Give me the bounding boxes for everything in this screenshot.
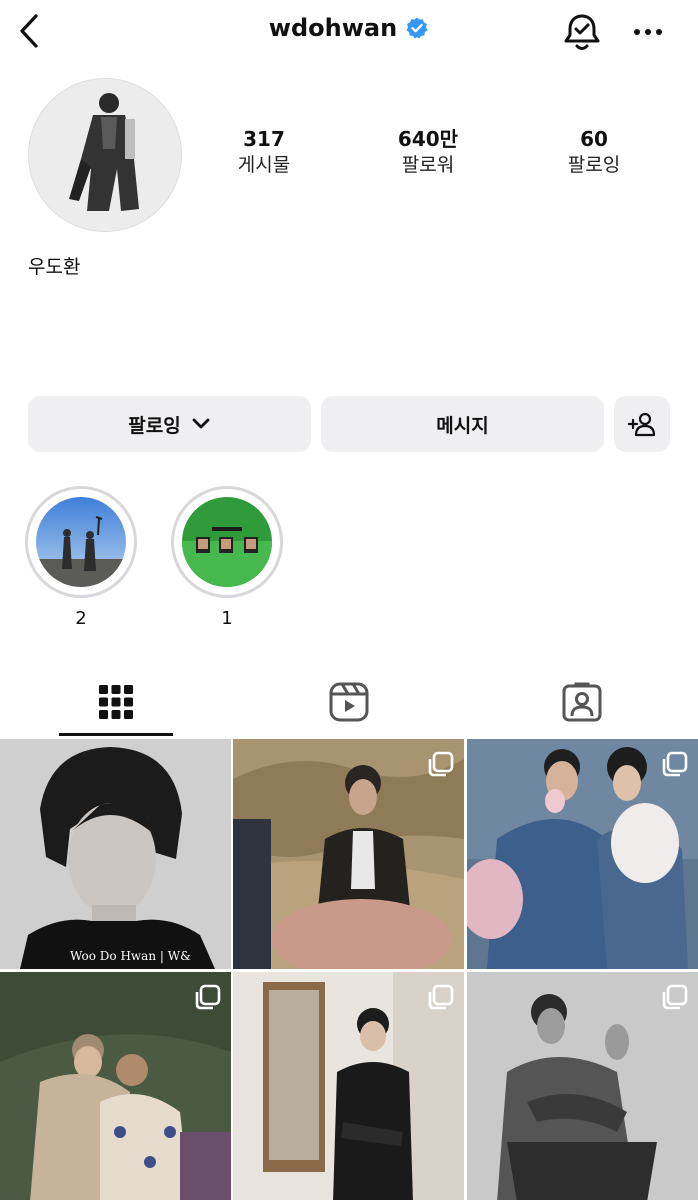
message-button[interactable]: 메시지 [321,396,604,452]
profile-avatar[interactable] [28,78,182,232]
chevron-down-icon [192,418,210,429]
post-thumbnail[interactable] [467,739,698,969]
more-horizontal-icon [634,29,662,35]
notification-bell-button[interactable] [560,10,604,54]
reels-icon [329,682,369,722]
multiple-posts-icon [195,984,221,1010]
add-person-icon [627,412,656,437]
highlight-cover [182,497,272,587]
multiple-posts-icon [428,751,454,777]
suggest-people-button[interactable] [614,396,670,452]
verified-badge-icon [406,17,428,39]
stat-label: 게시물 [237,154,291,176]
message-label: 메시지 [436,414,489,437]
post-grid: Woo Do Hwan | W& [0,739,698,1200]
story-highlight[interactable]: 2 [25,486,137,629]
stat-label: 팔로워 [401,154,455,176]
display-name: 우도환 [28,256,81,278]
following-button[interactable]: 팔로잉 [28,396,311,452]
bell-check-icon [564,14,600,50]
post-thumbnail[interactable]: Woo Do Hwan | W& [0,739,231,969]
stat-value: 60 [580,127,608,151]
post-thumbnail[interactable] [233,739,464,969]
highlight-cover [36,497,126,587]
stat-posts[interactable]: 317 게시물 [199,126,329,178]
username-title: wdohwan [268,14,398,42]
highlight-label: 2 [75,608,87,629]
highlight-ring [171,486,283,598]
highlight-label: 1 [221,608,233,629]
multiple-posts-icon [662,984,688,1010]
post-thumbnail[interactable] [233,972,464,1200]
following-label: 팔로잉 [128,414,181,437]
grid-icon [99,685,133,719]
stat-followers[interactable]: 640만 팔로워 [363,126,493,178]
post-image [0,739,231,969]
post-thumbnail[interactable] [467,972,698,1200]
post-thumbnail[interactable] [0,972,231,1200]
top-bar: wdohwan [0,0,698,64]
highlight-ring [25,486,137,598]
tagged-person-icon [562,682,602,722]
profile-tabs [0,668,698,736]
multiple-posts-icon [428,984,454,1010]
tab-grid[interactable] [0,668,232,736]
tab-tagged[interactable] [466,668,698,736]
multiple-posts-icon [662,751,688,777]
story-highlight[interactable]: 1 [171,486,283,629]
more-options-button[interactable] [628,14,668,50]
tab-reels[interactable] [233,668,465,736]
stat-following[interactable]: 60 팔로잉 [529,126,659,178]
stat-label: 팔로잉 [567,154,621,176]
stat-value: 640만 [397,127,459,151]
post-watermark: Woo Do Hwan | W& [70,949,191,963]
avatar-photo [29,79,181,231]
stat-value: 317 [243,127,285,151]
